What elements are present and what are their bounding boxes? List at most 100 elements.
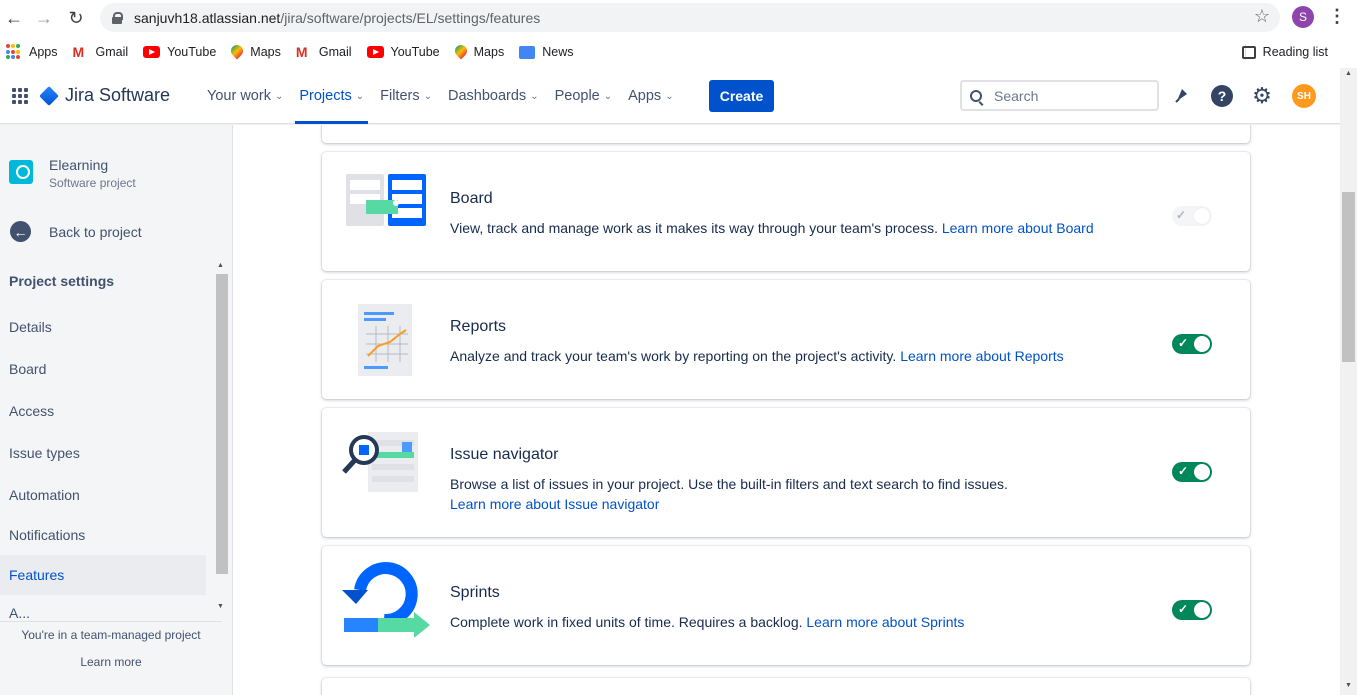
youtube-icon xyxy=(143,46,161,58)
forward-arrow-icon[interactable]: → xyxy=(32,6,56,30)
feature-card-board: Board View, track and manage work as it … xyxy=(322,152,1250,271)
nav-filters[interactable]: Filters ⌄ xyxy=(372,68,440,124)
user-avatar[interactable]: SH xyxy=(1292,84,1316,108)
sidebar-heading: Project settings xyxy=(9,273,115,289)
feature-title: Board xyxy=(450,190,493,207)
bookmark-youtube[interactable]: YouTube xyxy=(143,45,216,59)
bookmark-star-icon[interactable]: ☆ xyxy=(1254,6,1270,27)
chevron-down-icon: ⌄ xyxy=(274,90,284,102)
primary-nav: Your work ⌄ Projects ⌄ Filters ⌄ Dashboards… xyxy=(199,68,682,124)
nav-projects[interactable]: Projects ⌄ xyxy=(291,68,372,124)
sidebar-item-apps[interactable]: A... xyxy=(0,597,206,621)
search-placeholder: Search xyxy=(994,87,1039,104)
toggle-knob xyxy=(1194,602,1210,618)
nav-apps[interactable]: Apps ⌄ xyxy=(620,68,681,124)
bookmark-gmail[interactable]: M Gmail xyxy=(73,44,129,60)
bookmark-label: Apps xyxy=(29,45,58,59)
reload-icon[interactable]: ↻ xyxy=(64,6,88,30)
bookmark-label: Maps xyxy=(250,45,281,59)
reports-illustration xyxy=(338,294,430,384)
help-icon[interactable]: ? xyxy=(1211,85,1233,107)
bookmark-gmail[interactable]: M Gmail xyxy=(296,44,352,60)
jira-logo-icon xyxy=(39,85,59,106)
chevron-down-icon: ⌄ xyxy=(355,90,365,102)
reading-list-icon xyxy=(1241,45,1256,59)
page-scrollbar[interactable]: ▲ ▼ xyxy=(1340,68,1357,695)
feature-title: Reports xyxy=(450,318,507,335)
browser-profile-avatar[interactable]: S xyxy=(1292,6,1314,28)
nav-label: People xyxy=(554,88,600,104)
feature-card-issue-navigator: Issue navigator Browse a list of issues … xyxy=(322,408,1250,537)
scrollbar-thumb[interactable] xyxy=(216,274,228,574)
nav-your-work[interactable]: Your work ⌄ xyxy=(199,68,291,124)
feature-card-sprints: Sprints Complete work in fixed units of … xyxy=(322,546,1250,665)
board-toggle[interactable]: ✓ xyxy=(1172,206,1212,226)
feature-desc-text: Browse a list of issues in your project.… xyxy=(450,476,1008,492)
sidebar-item-access[interactable]: Access xyxy=(0,391,206,431)
sidebar-scrollbar[interactable]: ▲ ▼ xyxy=(214,258,228,615)
youtube-icon xyxy=(366,46,384,58)
team-managed-note: You're in a team-managed project xyxy=(21,628,201,642)
check-icon: ✓ xyxy=(1176,208,1187,222)
scroll-up-icon[interactable]: ▲ xyxy=(217,262,224,269)
scroll-up-icon[interactable]: ▲ xyxy=(1345,70,1352,77)
feature-card xyxy=(322,125,1250,143)
bookmark-news[interactable]: News xyxy=(519,45,573,59)
bookmark-apps[interactable]: Apps xyxy=(6,44,58,60)
sidebar-item-notifications[interactable]: Notifications xyxy=(0,515,206,555)
learn-more-issue-navigator-link[interactable]: Learn more about Issue navigator xyxy=(450,496,659,512)
maps-icon xyxy=(231,45,243,59)
nav-label: Dashboards xyxy=(448,88,527,104)
project-avatar-icon xyxy=(9,160,33,184)
scrollbar-thumb[interactable] xyxy=(1342,192,1355,362)
toggle-knob xyxy=(1194,208,1210,224)
chevron-down-icon: ⌄ xyxy=(665,90,674,102)
arrow-left-icon: ← xyxy=(10,221,31,242)
back-arrow-icon[interactable]: ← xyxy=(2,6,26,30)
bookmark-label: Gmail xyxy=(318,45,352,59)
search-input[interactable]: Search xyxy=(960,80,1159,111)
learn-more-link[interactable]: Learn more xyxy=(0,655,222,669)
browser-menu-icon[interactable]: ⋮ xyxy=(1328,6,1346,27)
sidebar-item-automation[interactable]: Automation xyxy=(0,475,206,515)
project-name: Elearning xyxy=(49,157,109,173)
nav-dashboards[interactable]: Dashboards ⌄ xyxy=(440,68,547,124)
bookmark-youtube[interactable]: YouTube xyxy=(366,45,440,59)
nav-people[interactable]: People ⌄ xyxy=(547,68,621,124)
scroll-down-icon[interactable]: ▼ xyxy=(1345,682,1352,689)
address-bar[interactable]: sanjuvh18.atlassian.net/jira/software/pr… xyxy=(100,3,1280,32)
issue-navigator-illustration xyxy=(338,424,430,514)
reports-toggle[interactable]: ✓ xyxy=(1172,334,1212,354)
jira-logo[interactable]: Jira Software xyxy=(39,85,170,106)
back-to-project-link[interactable]: ← Back to project xyxy=(10,221,142,242)
create-button[interactable]: Create xyxy=(709,80,774,112)
sidebar-item-features[interactable]: Features xyxy=(0,555,206,595)
scroll-down-icon[interactable]: ▼ xyxy=(217,603,224,610)
check-icon: ✓ xyxy=(1178,464,1189,478)
bookmark-maps[interactable]: Maps xyxy=(455,45,505,59)
reading-list-button[interactable]: Reading list xyxy=(1241,45,1328,59)
learn-more-board-link[interactable]: Learn more about Board xyxy=(942,220,1094,236)
back-label: Back to project xyxy=(49,223,142,240)
app-switcher-icon[interactable] xyxy=(12,88,28,104)
issue-navigator-toggle[interactable]: ✓ xyxy=(1172,462,1212,482)
nav-label: Your work xyxy=(207,88,271,104)
nav-label: Apps xyxy=(628,88,662,104)
notifications-icon[interactable] xyxy=(1171,85,1193,107)
settings-gear-icon[interactable]: ⚙ xyxy=(1251,83,1273,108)
board-illustration xyxy=(338,166,430,256)
project-header[interactable]: Elearning Software project xyxy=(9,157,136,190)
toggle-knob xyxy=(1194,464,1210,480)
feature-card-reports: Reports Analyze and track your team's wo… xyxy=(322,280,1250,399)
sidebar-item-board[interactable]: Board xyxy=(0,349,206,389)
toggle-knob xyxy=(1194,336,1210,352)
sidebar-item-issue-types[interactable]: Issue types xyxy=(0,433,206,473)
sprints-toggle[interactable]: ✓ xyxy=(1172,600,1212,620)
bookmark-maps[interactable]: Maps xyxy=(231,45,281,59)
learn-more-reports-link[interactable]: Learn more about Reports xyxy=(900,348,1063,364)
check-icon: ✓ xyxy=(1178,602,1189,616)
learn-more-sprints-link[interactable]: Learn more about Sprints xyxy=(806,614,964,630)
sidebar-item-details[interactable]: Details xyxy=(0,307,206,347)
feature-description: View, track and manage work as it makes … xyxy=(450,218,1130,238)
gmail-icon: M xyxy=(72,44,85,60)
